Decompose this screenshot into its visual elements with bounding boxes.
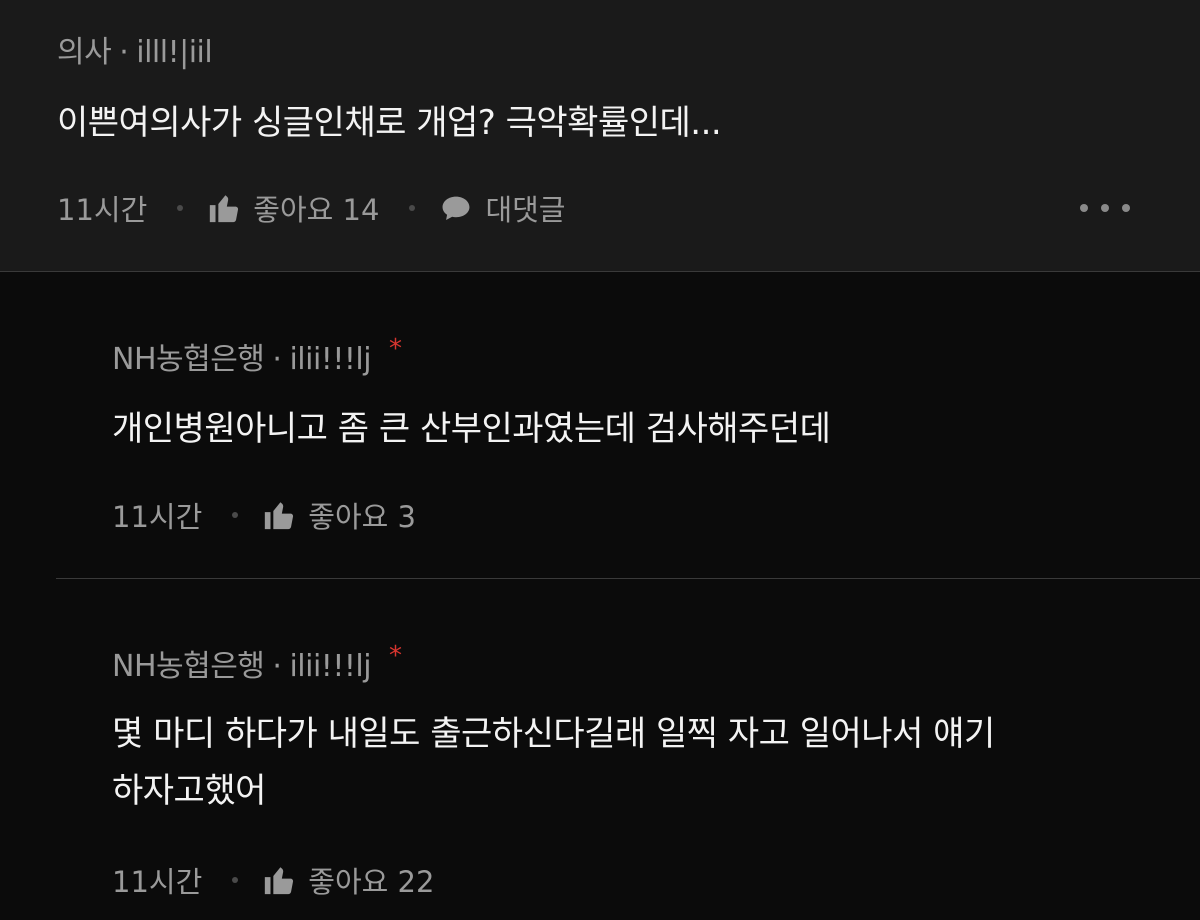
more-dot <box>1122 204 1130 212</box>
meta-separator: · <box>272 649 282 684</box>
like-button[interactable]: 좋아요 3 <box>262 494 416 536</box>
reply-author[interactable]: NH농협은행 <box>112 649 265 684</box>
reply-actions: 11시간 좋아요 3 <box>112 495 416 535</box>
reply-divider <box>56 578 1200 579</box>
reply-time: 11시간 <box>112 500 203 534</box>
more-icon[interactable] <box>1080 198 1130 218</box>
action-dot <box>232 512 239 518</box>
like-label: 좋아요 3 <box>308 500 416 534</box>
reply-button[interactable]: 대댓글 <box>439 187 565 229</box>
reply-text: 개인병원아니고 좀 큰 산부인과였는데 검사해주던데 <box>112 409 831 449</box>
more-dot <box>1080 204 1088 212</box>
comment-user-id: illl!|iil <box>136 35 213 70</box>
op-marker: * <box>389 641 402 671</box>
speech-bubble-icon <box>439 191 473 225</box>
action-dot <box>177 205 184 211</box>
reply-text-line-2: 하자고했어 <box>112 771 266 811</box>
comment-meta: 의사 · illl!|iil <box>57 27 213 71</box>
meta-separator: · <box>119 35 129 70</box>
meta-separator: · <box>272 342 282 377</box>
reply-actions: 11시간 좋아요 22 <box>112 860 434 900</box>
reply-author[interactable]: NH농협은행 <box>112 342 265 377</box>
like-label: 좋아요 22 <box>308 865 435 899</box>
reply-label: 대댓글 <box>485 193 566 227</box>
reply-user-id: ilii!!!lj <box>289 342 372 377</box>
reply-text-line-1: 몇 마디 하다가 내일도 출근하신다길래 일찍 자고 일어나서 얘기 <box>112 714 995 754</box>
comment-author[interactable]: 의사 <box>57 35 112 70</box>
like-button[interactable]: 좋아요 22 <box>262 859 434 901</box>
comment-card: 의사 · illl!|iil 이쁜여의사가 싱글인채로 개업? 극악확률인데... … <box>0 0 1200 272</box>
reply-meta: NH농협은행 · ilii!!!lj * <box>112 334 402 378</box>
action-dot <box>409 205 416 211</box>
reply-user-id: ilii!!!lj <box>289 649 372 684</box>
comment-text: 이쁜여의사가 싱글인채로 개업? 극악확률인데... <box>57 103 722 143</box>
op-marker: * <box>389 334 402 364</box>
action-dot <box>232 877 239 883</box>
comment-actions: 11시간 좋아요 14 대댓글 <box>57 188 565 228</box>
like-label: 좋아요 14 <box>253 193 380 227</box>
more-dot <box>1101 204 1109 212</box>
thumbs-up-icon <box>262 863 296 897</box>
reply-time: 11시간 <box>112 865 203 899</box>
comment-time: 11시간 <box>57 193 148 227</box>
thumbs-up-icon <box>207 191 241 225</box>
reply-meta: NH농협은행 · ilii!!!lj * <box>112 641 402 685</box>
like-button[interactable]: 좋아요 14 <box>207 187 379 229</box>
thumbs-up-icon <box>262 498 296 532</box>
